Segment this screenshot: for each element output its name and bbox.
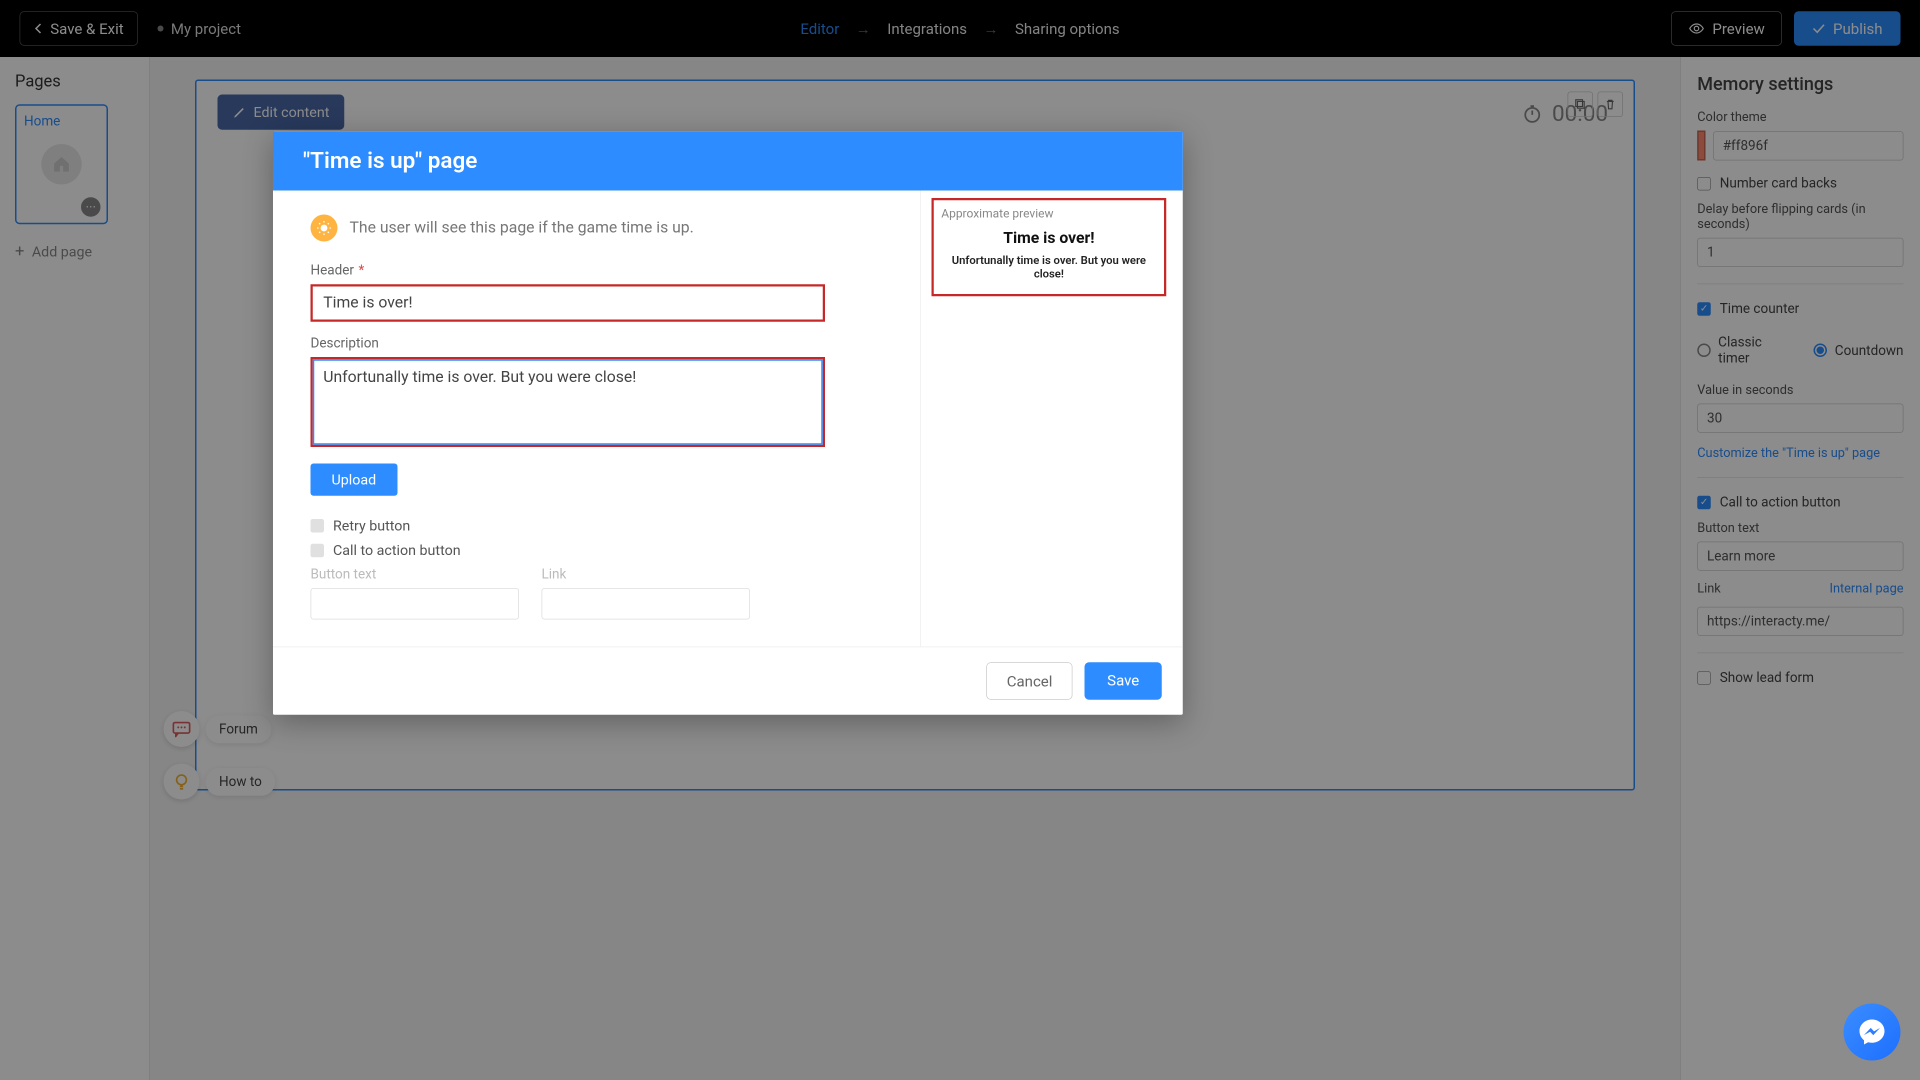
upload-button[interactable]: Upload	[311, 464, 398, 496]
modal-button-text-label: Button text	[311, 566, 520, 582]
time-is-up-modal: "Time is up" page The user will see this…	[273, 131, 1183, 715]
messenger-button[interactable]	[1844, 1004, 1901, 1061]
checkbox-icon	[311, 543, 325, 557]
header-input[interactable]	[311, 284, 826, 322]
description-field-label: Description	[311, 335, 883, 351]
cancel-button[interactable]: Cancel	[986, 662, 1072, 700]
modal-title: "Time is up" page	[273, 131, 1183, 190]
cta-button-checkbox[interactable]: Call to action button	[311, 542, 883, 559]
modal-link-label: Link	[542, 566, 751, 582]
preview-box: Approximate preview Time is over! Unfort…	[932, 198, 1167, 296]
modal-info: The user will see this page if the game …	[350, 219, 694, 237]
messenger-icon	[1857, 1017, 1887, 1047]
retry-button-checkbox[interactable]: Retry button	[311, 517, 883, 534]
modal-button-text-input[interactable]	[311, 588, 520, 620]
header-field-label: Header*	[311, 263, 883, 279]
save-button[interactable]: Save	[1085, 662, 1162, 700]
sun-icon	[311, 215, 338, 242]
preview-title: Time is over!	[941, 230, 1156, 248]
modal-link-input[interactable]	[542, 588, 751, 620]
checkbox-icon	[311, 519, 325, 533]
preview-desc: Unfortunally time is over. But you were …	[941, 254, 1156, 281]
preview-label: Approximate preview	[941, 206, 1156, 220]
description-textarea[interactable]	[311, 357, 826, 447]
